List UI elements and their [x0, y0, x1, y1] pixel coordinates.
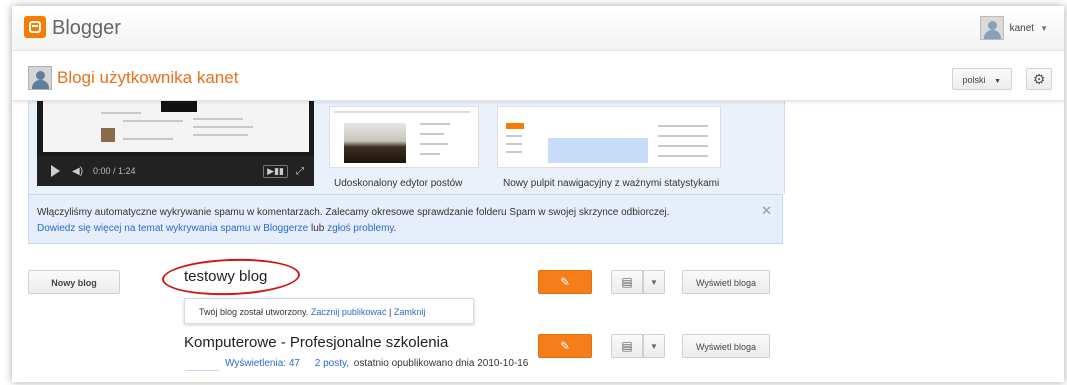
start-publishing-link[interactable]: Zacznij publikować	[311, 307, 387, 317]
dashboard-line	[506, 135, 522, 137]
notice-links: Dowiedz się więcej na temat wykrywania s…	[37, 223, 396, 234]
video-line	[101, 112, 141, 114]
dashboard-line	[658, 125, 708, 127]
close-tooltip-link[interactable]: Zamknij	[394, 307, 426, 317]
edit-post-button[interactable]: ✎	[538, 334, 592, 358]
user-name: kanet	[1009, 22, 1035, 34]
chevron-down-icon: ▼	[650, 341, 658, 351]
blog-meta: Wyświetlenia: 47 2 posty, ostatnio opubl…	[225, 358, 528, 369]
edit-post-button[interactable]: ✎	[538, 270, 592, 294]
editor-line	[420, 153, 440, 155]
feature-editor-label: Udoskonalony edytor postów	[334, 178, 463, 189]
promo-panel: ◀) 0:00 / 1:24 ▶▮▮ ⤢ Udoskonalony edytor…	[28, 98, 785, 194]
feature-dashboard-label: Nowy pulpit nawigacyjny z ważnymi statys…	[503, 178, 720, 189]
fullscreen-icon[interactable]: ⤢	[296, 166, 304, 177]
editor-photo	[344, 123, 406, 163]
dashboard-line	[658, 155, 708, 157]
play-icon[interactable]	[51, 165, 60, 177]
new-blog-button[interactable]: Nowy blog	[28, 270, 120, 294]
intro-video[interactable]: ◀) 0:00 / 1:24 ▶▮▮ ⤢	[37, 98, 314, 186]
avatar	[979, 16, 1004, 40]
volume-icon[interactable]: ◀)	[72, 166, 83, 177]
clipboard-icon: ▤	[621, 275, 633, 289]
pencil-icon: ✎	[559, 275, 571, 289]
blog-title[interactable]: Komputerowe - Profesjonalne szkolenia	[184, 334, 448, 351]
dashboard-titlebar: Blogi użytkownika kanet polski ▼ ⚙	[12, 56, 1064, 101]
video-line	[193, 134, 248, 136]
blog-menu-dropdown[interactable]: ▼	[643, 334, 665, 358]
editor-sidebar	[420, 121, 468, 161]
top-header: Blogger kanet ▼	[12, 6, 1064, 51]
learn-more-link[interactable]: Dowiedz się więcej na temat wykrywania s…	[37, 223, 308, 234]
view-blog-button[interactable]: Wyświetl bloga	[682, 270, 770, 294]
blogger-logo-icon[interactable]	[24, 16, 46, 38]
dashboard-preview-image[interactable]	[497, 106, 721, 168]
dashboard-line	[658, 135, 708, 137]
video-line	[193, 118, 243, 120]
notice-text: Włączyliśmy automatyczne wykrywanie spam…	[37, 207, 670, 218]
chevron-down-icon: ▼	[650, 277, 658, 287]
gear-icon: ⚙	[1032, 70, 1046, 87]
view-blog-button[interactable]: Wyświetl bloga	[682, 334, 770, 358]
posts-list-button[interactable]: ▤	[611, 334, 643, 358]
annotation-circle	[161, 256, 301, 298]
pencil-icon: ✎	[559, 339, 571, 353]
editor-toolbar	[334, 111, 470, 113]
editor-line	[420, 123, 450, 125]
settings-button[interactable]: ⚙	[1026, 68, 1052, 90]
report-problem-link[interactable]: zgłoś problemy	[327, 223, 394, 234]
notice-period: .	[393, 223, 397, 234]
dashboard-nav	[506, 123, 524, 129]
video-controls: ◀) 0:00 / 1:24 ▶▮▮ ⤢	[37, 156, 314, 186]
youtube-icon[interactable]: ▶▮▮	[263, 164, 288, 178]
browser-frame: Blogger kanet ▼ Blogi użytkownika kanet …	[12, 6, 1064, 382]
dashboard-line	[506, 143, 522, 145]
tooltip-separator: |	[388, 307, 392, 317]
dashboard-chart	[548, 127, 648, 163]
spam-notice: Włączyliśmy automatyczne wykrywanie spam…	[28, 194, 783, 244]
profile-avatar	[28, 66, 52, 90]
language-select[interactable]: polski ▼	[951, 68, 1012, 90]
clipboard-icon: ▤	[621, 339, 633, 353]
account-menu[interactable]: kanet ▼	[979, 14, 1048, 42]
dashboard-line	[506, 151, 522, 153]
video-thumbnail	[101, 128, 115, 142]
blog-menu-dropdown[interactable]: ▼	[643, 270, 665, 294]
editor-line	[420, 143, 448, 145]
page-title: Blogi użytkownika kanet	[57, 68, 239, 87]
brand-name[interactable]: Blogger	[52, 17, 121, 40]
chevron-down-icon: ▼	[1040, 23, 1048, 33]
video-line	[193, 126, 253, 128]
last-published: ostatnio opublikowano dnia 2010-10-16	[353, 358, 529, 369]
posts-list-button[interactable]: ▤	[611, 270, 643, 294]
views-link[interactable]: Wyświetlenia: 47	[225, 358, 300, 369]
tooltip-message: Twój blog został utworzony.	[199, 307, 309, 317]
video-time: 0:00 / 1:24	[93, 166, 136, 176]
editor-preview-image[interactable]	[329, 106, 479, 168]
video-line	[123, 120, 183, 122]
editor-line	[420, 133, 444, 135]
video-frame	[43, 98, 309, 152]
notice-connector: lub	[311, 223, 325, 234]
blog-created-tooltip: Twój blog został utworzony. Zacznij publ…	[184, 298, 474, 324]
chevron-down-icon: ▼	[994, 78, 1001, 85]
meta-divider	[185, 370, 219, 371]
posts-count-link[interactable]: 2 posty,	[315, 358, 349, 369]
video-line	[123, 138, 173, 140]
dashboard-line	[658, 145, 708, 147]
language-label: polski	[962, 75, 986, 85]
close-icon[interactable]: ✕	[761, 203, 772, 219]
